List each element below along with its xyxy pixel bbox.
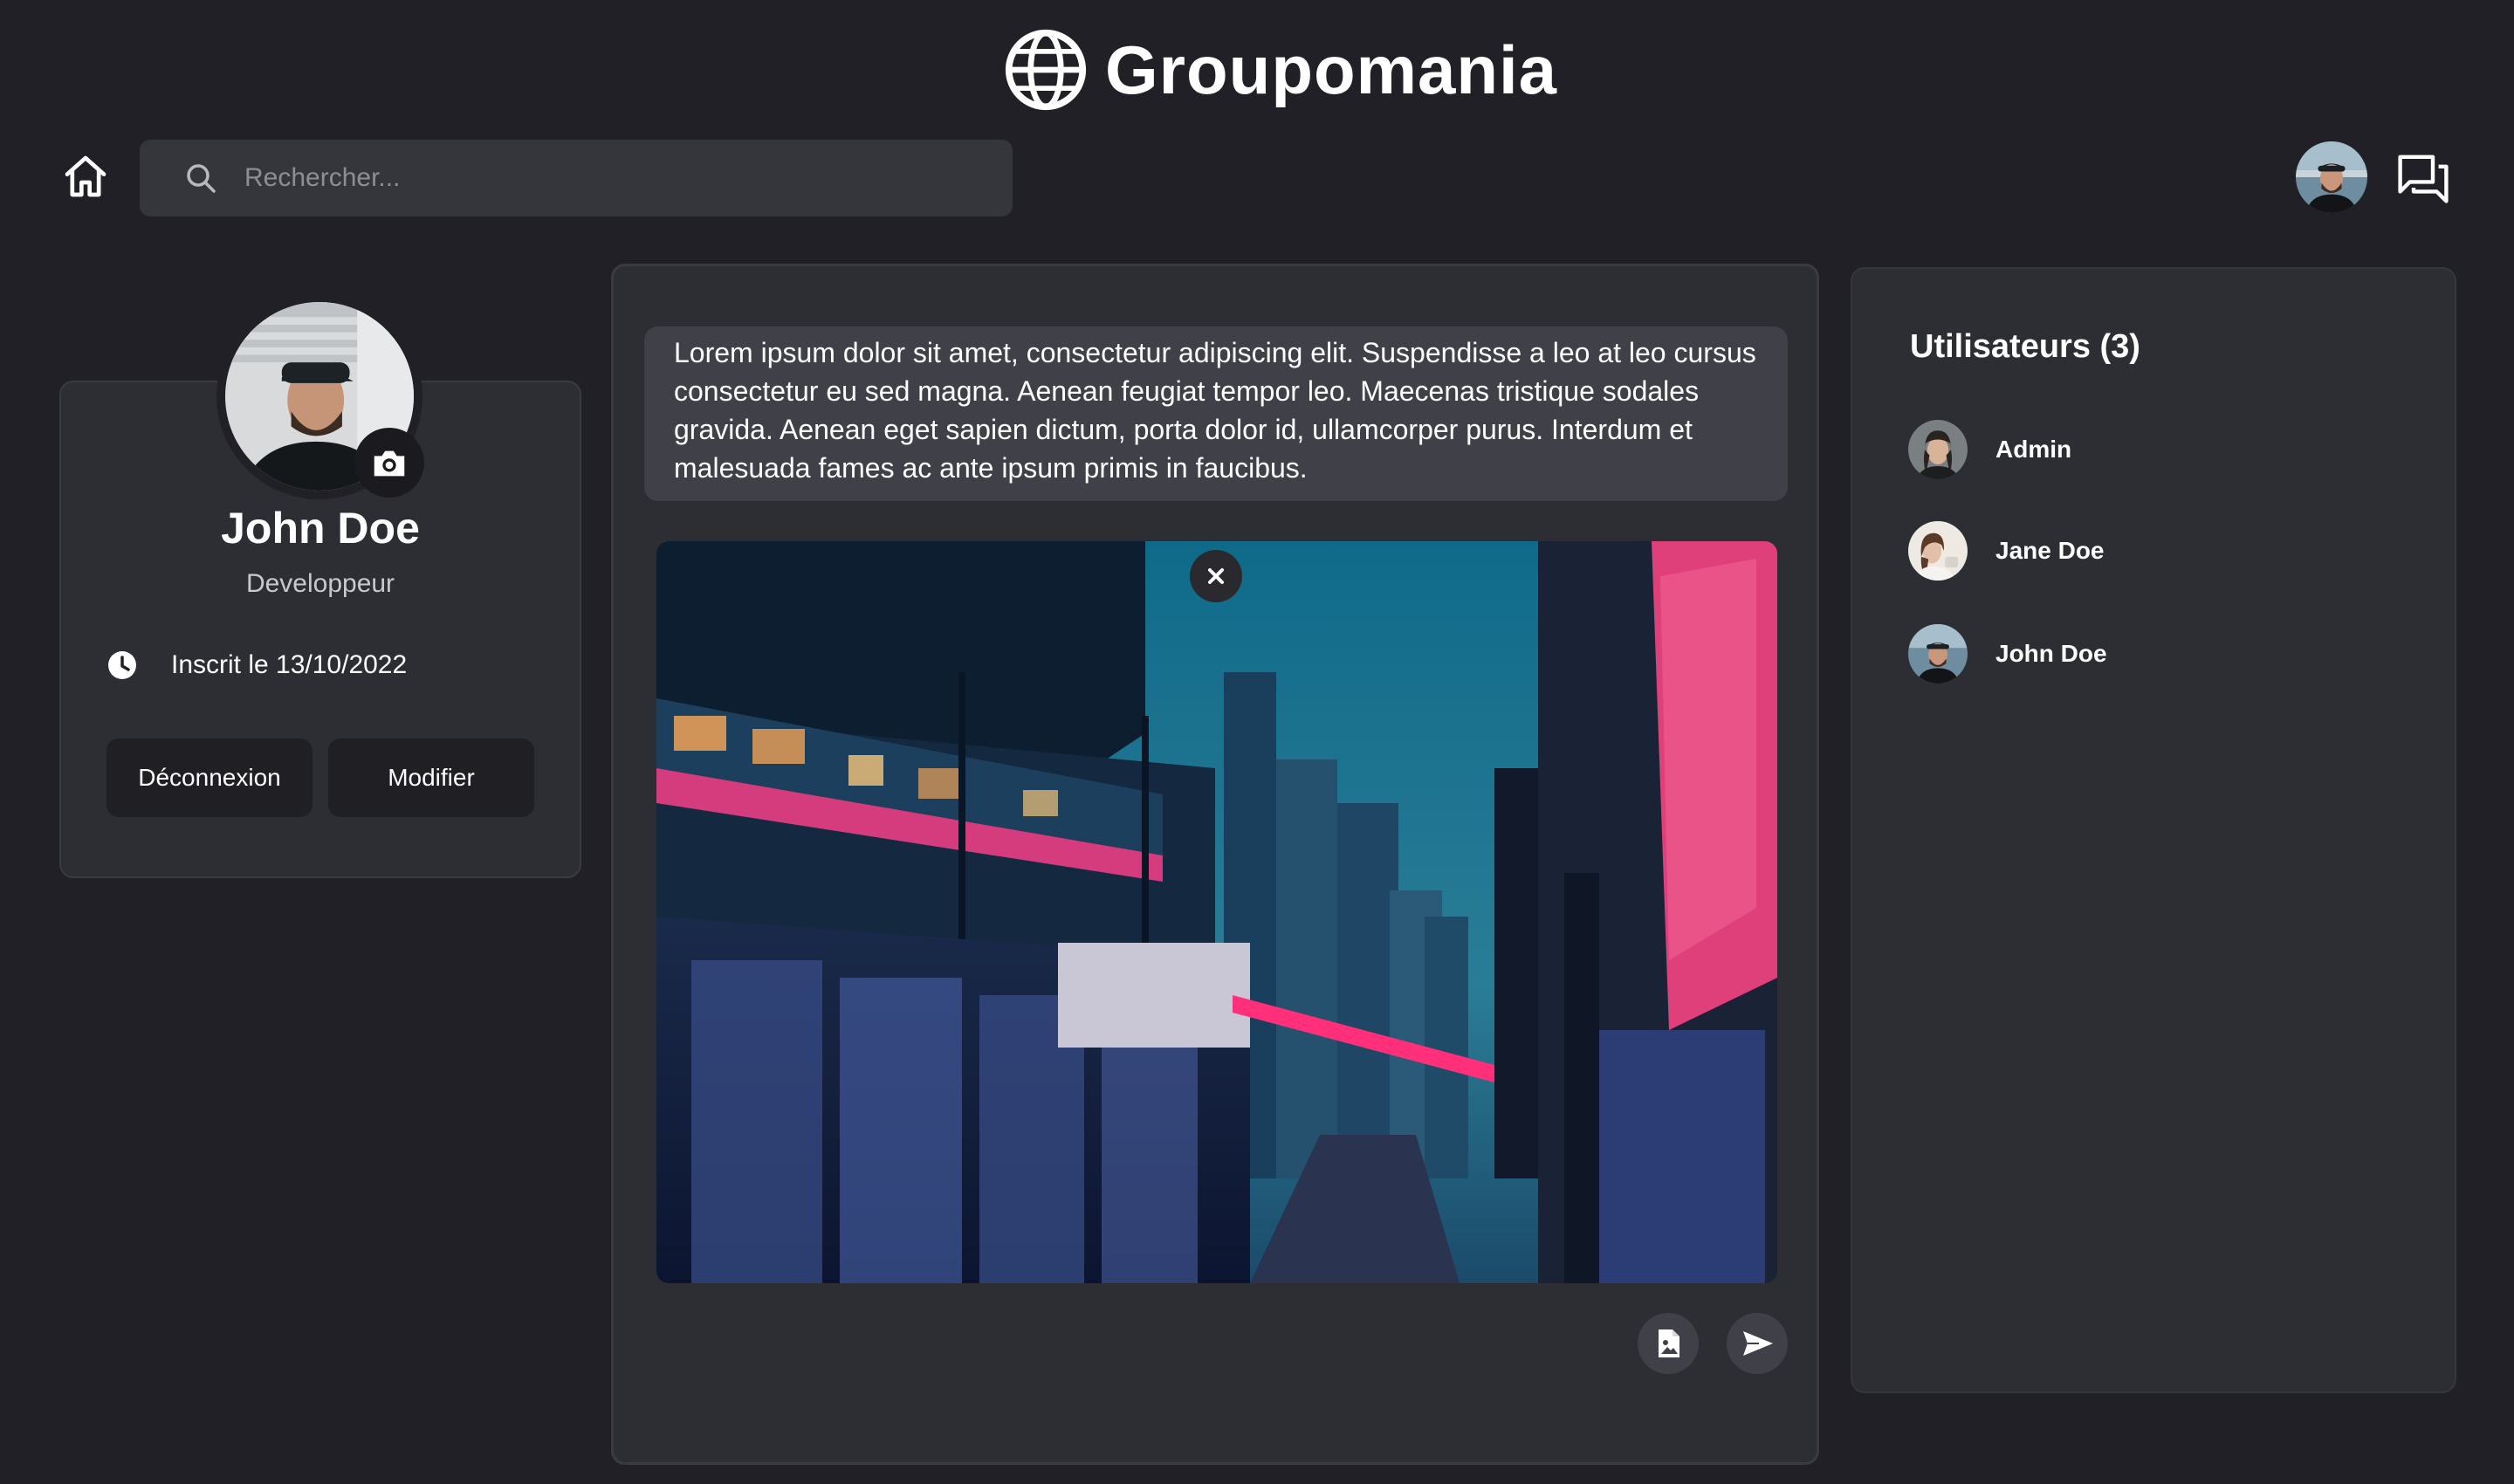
search-icon [187,164,216,193]
city-photo [656,541,1777,1283]
file-image-icon [1659,1329,1679,1357]
profile-role: Developpeur [245,569,395,598]
page: Groupomania Rechercher... John Doe Devel… [0,0,2514,1484]
user-name: John Doe [1995,640,2107,667]
joined-date: Inscrit le 13/10/2022 [106,649,407,681]
home-icon [65,155,106,197]
messages-button[interactable] [2392,147,2455,210]
john-photo [1908,624,1968,684]
user-name: Admin [1995,436,2072,463]
send-icon [1743,1331,1773,1356]
admin-photo [1908,420,1968,479]
user-item-admin[interactable]: Admin [1908,419,2275,480]
user-item-john-doe[interactable]: John Doe [1908,623,2275,684]
post-text-input[interactable]: Lorem ipsum dolor sit amet, consectetur … [644,326,1788,501]
jane-photo [1908,521,1968,581]
avatar [1908,521,1968,581]
avatar [1908,624,1968,684]
edit-profile-button[interactable]: Modifier [328,739,534,817]
users-title: Utilisateurs (3) [1910,328,2140,365]
current-user-avatar[interactable] [2296,141,2367,213]
post-image-preview [656,541,1777,1283]
attach-image-button[interactable] [1638,1313,1699,1374]
profile-name: John Doe [221,504,420,553]
logout-button[interactable]: Déconnexion [106,739,313,817]
remove-image-button[interactable] [1190,550,1242,602]
brand-logo: Groupomania [1004,24,1557,115]
close-icon [1208,568,1224,584]
brand-name: Groupomania [1105,31,1558,108]
send-post-button[interactable] [1727,1313,1788,1374]
home-button[interactable] [58,148,113,204]
camera-icon [374,450,405,477]
clock-icon [108,651,136,679]
user-name: Jane Doe [1995,537,2105,564]
change-photo-button[interactable] [354,428,424,498]
user-item-jane-doe[interactable]: Jane Doe [1908,520,2275,581]
joined-text: Inscrit le 13/10/2022 [171,650,408,679]
search-input[interactable] [244,163,969,193]
avatar [1908,420,1968,479]
avatar-photo [2296,141,2367,213]
globe-icon [1005,29,1087,111]
search-bar [140,140,1013,216]
chat-icon [2398,155,2449,203]
